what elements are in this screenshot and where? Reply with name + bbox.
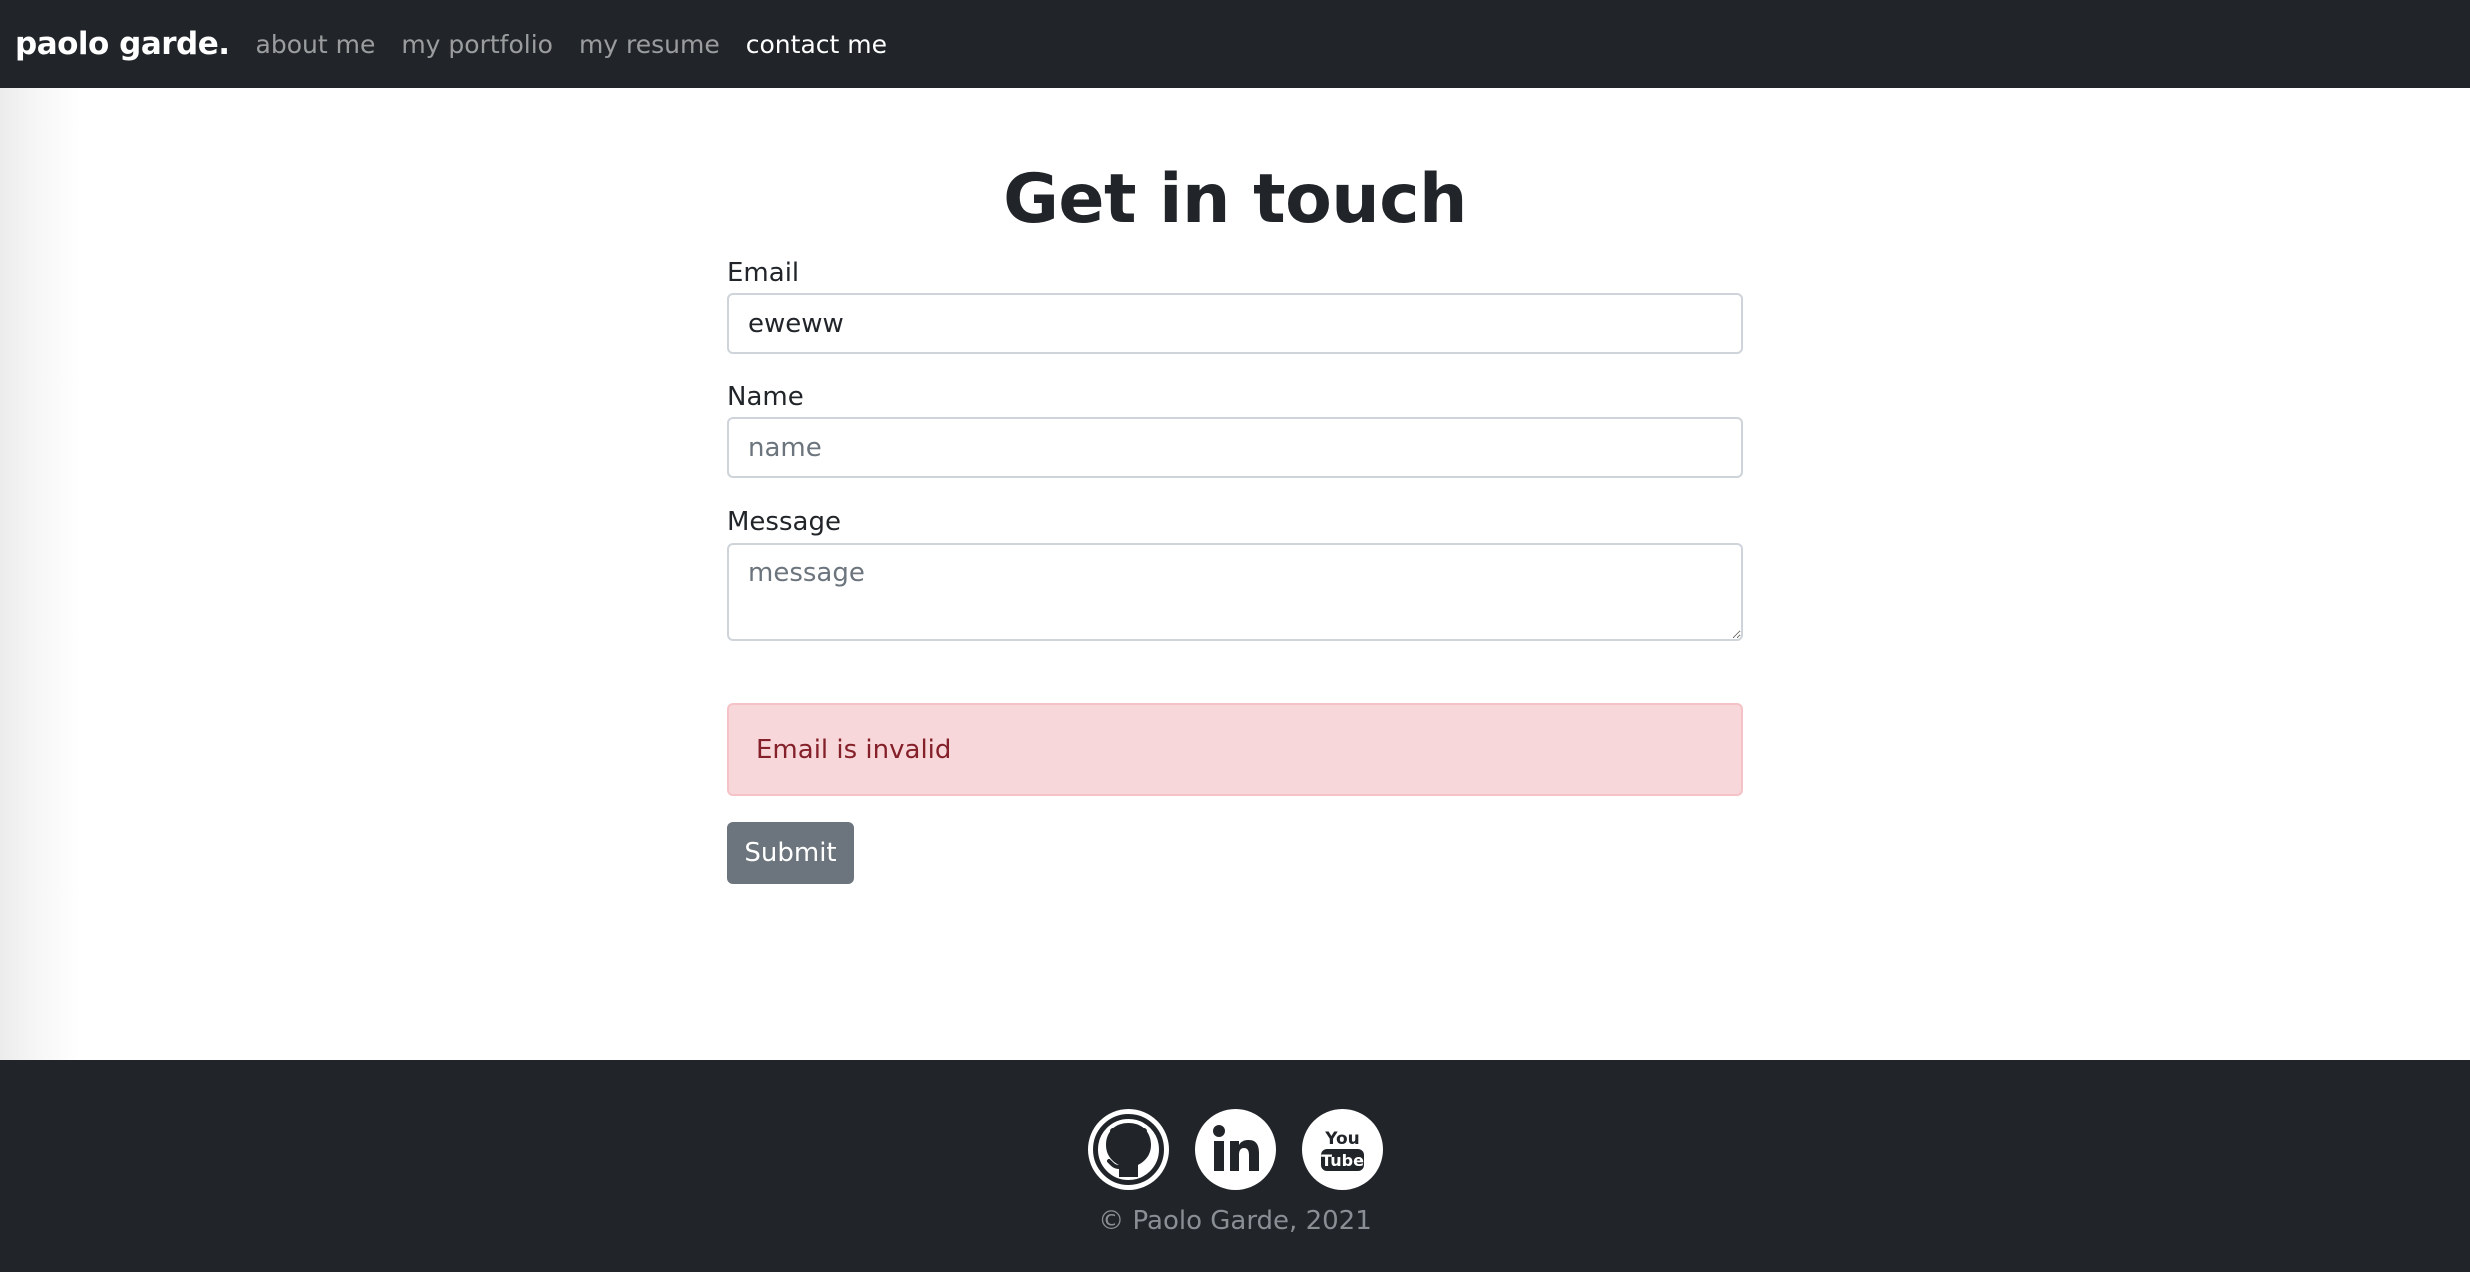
social-links: You Tube (0, 1109, 2470, 1190)
error-message: Email is invalid (756, 734, 952, 765)
copyright-text: © Paolo Garde, 2021 (1098, 1206, 1372, 1236)
message-label: Message (727, 507, 841, 537)
name-field[interactable] (727, 417, 1743, 478)
svg-text:Tube: Tube (1321, 1151, 1364, 1170)
brand-logo[interactable]: paolo garde. (15, 26, 230, 62)
nav-links: about me my portfolio my resume contact … (256, 30, 914, 59)
nav-link-my-resume[interactable]: my resume (579, 30, 720, 59)
navbar: paolo garde. about me my portfolio my re… (0, 0, 2470, 88)
email-field[interactable] (727, 293, 1743, 354)
github-icon[interactable] (1087, 1109, 1169, 1190)
page-title: Get in touch (1003, 160, 1467, 239)
error-alert: Email is invalid (727, 703, 1743, 796)
nav-link-contact-me[interactable]: contact me (746, 30, 887, 59)
main-content: Get in touch Email Name Message Email is… (0, 88, 2470, 1060)
footer: You Tube © Paolo Garde, 2021 (0, 1060, 2470, 1272)
youtube-icon[interactable]: You Tube (1301, 1109, 1383, 1190)
contact-form: Email Name Message (727, 256, 1743, 641)
name-label: Name (727, 382, 804, 412)
email-label: Email (727, 258, 800, 288)
message-field[interactable] (727, 543, 1743, 641)
linkedin-icon[interactable] (1194, 1109, 1276, 1190)
nav-link-my-portfolio[interactable]: my portfolio (401, 30, 553, 59)
svg-text:You: You (1324, 1129, 1360, 1149)
nav-link-about-me[interactable]: about me (256, 30, 376, 59)
submit-button[interactable]: Submit (727, 822, 854, 884)
